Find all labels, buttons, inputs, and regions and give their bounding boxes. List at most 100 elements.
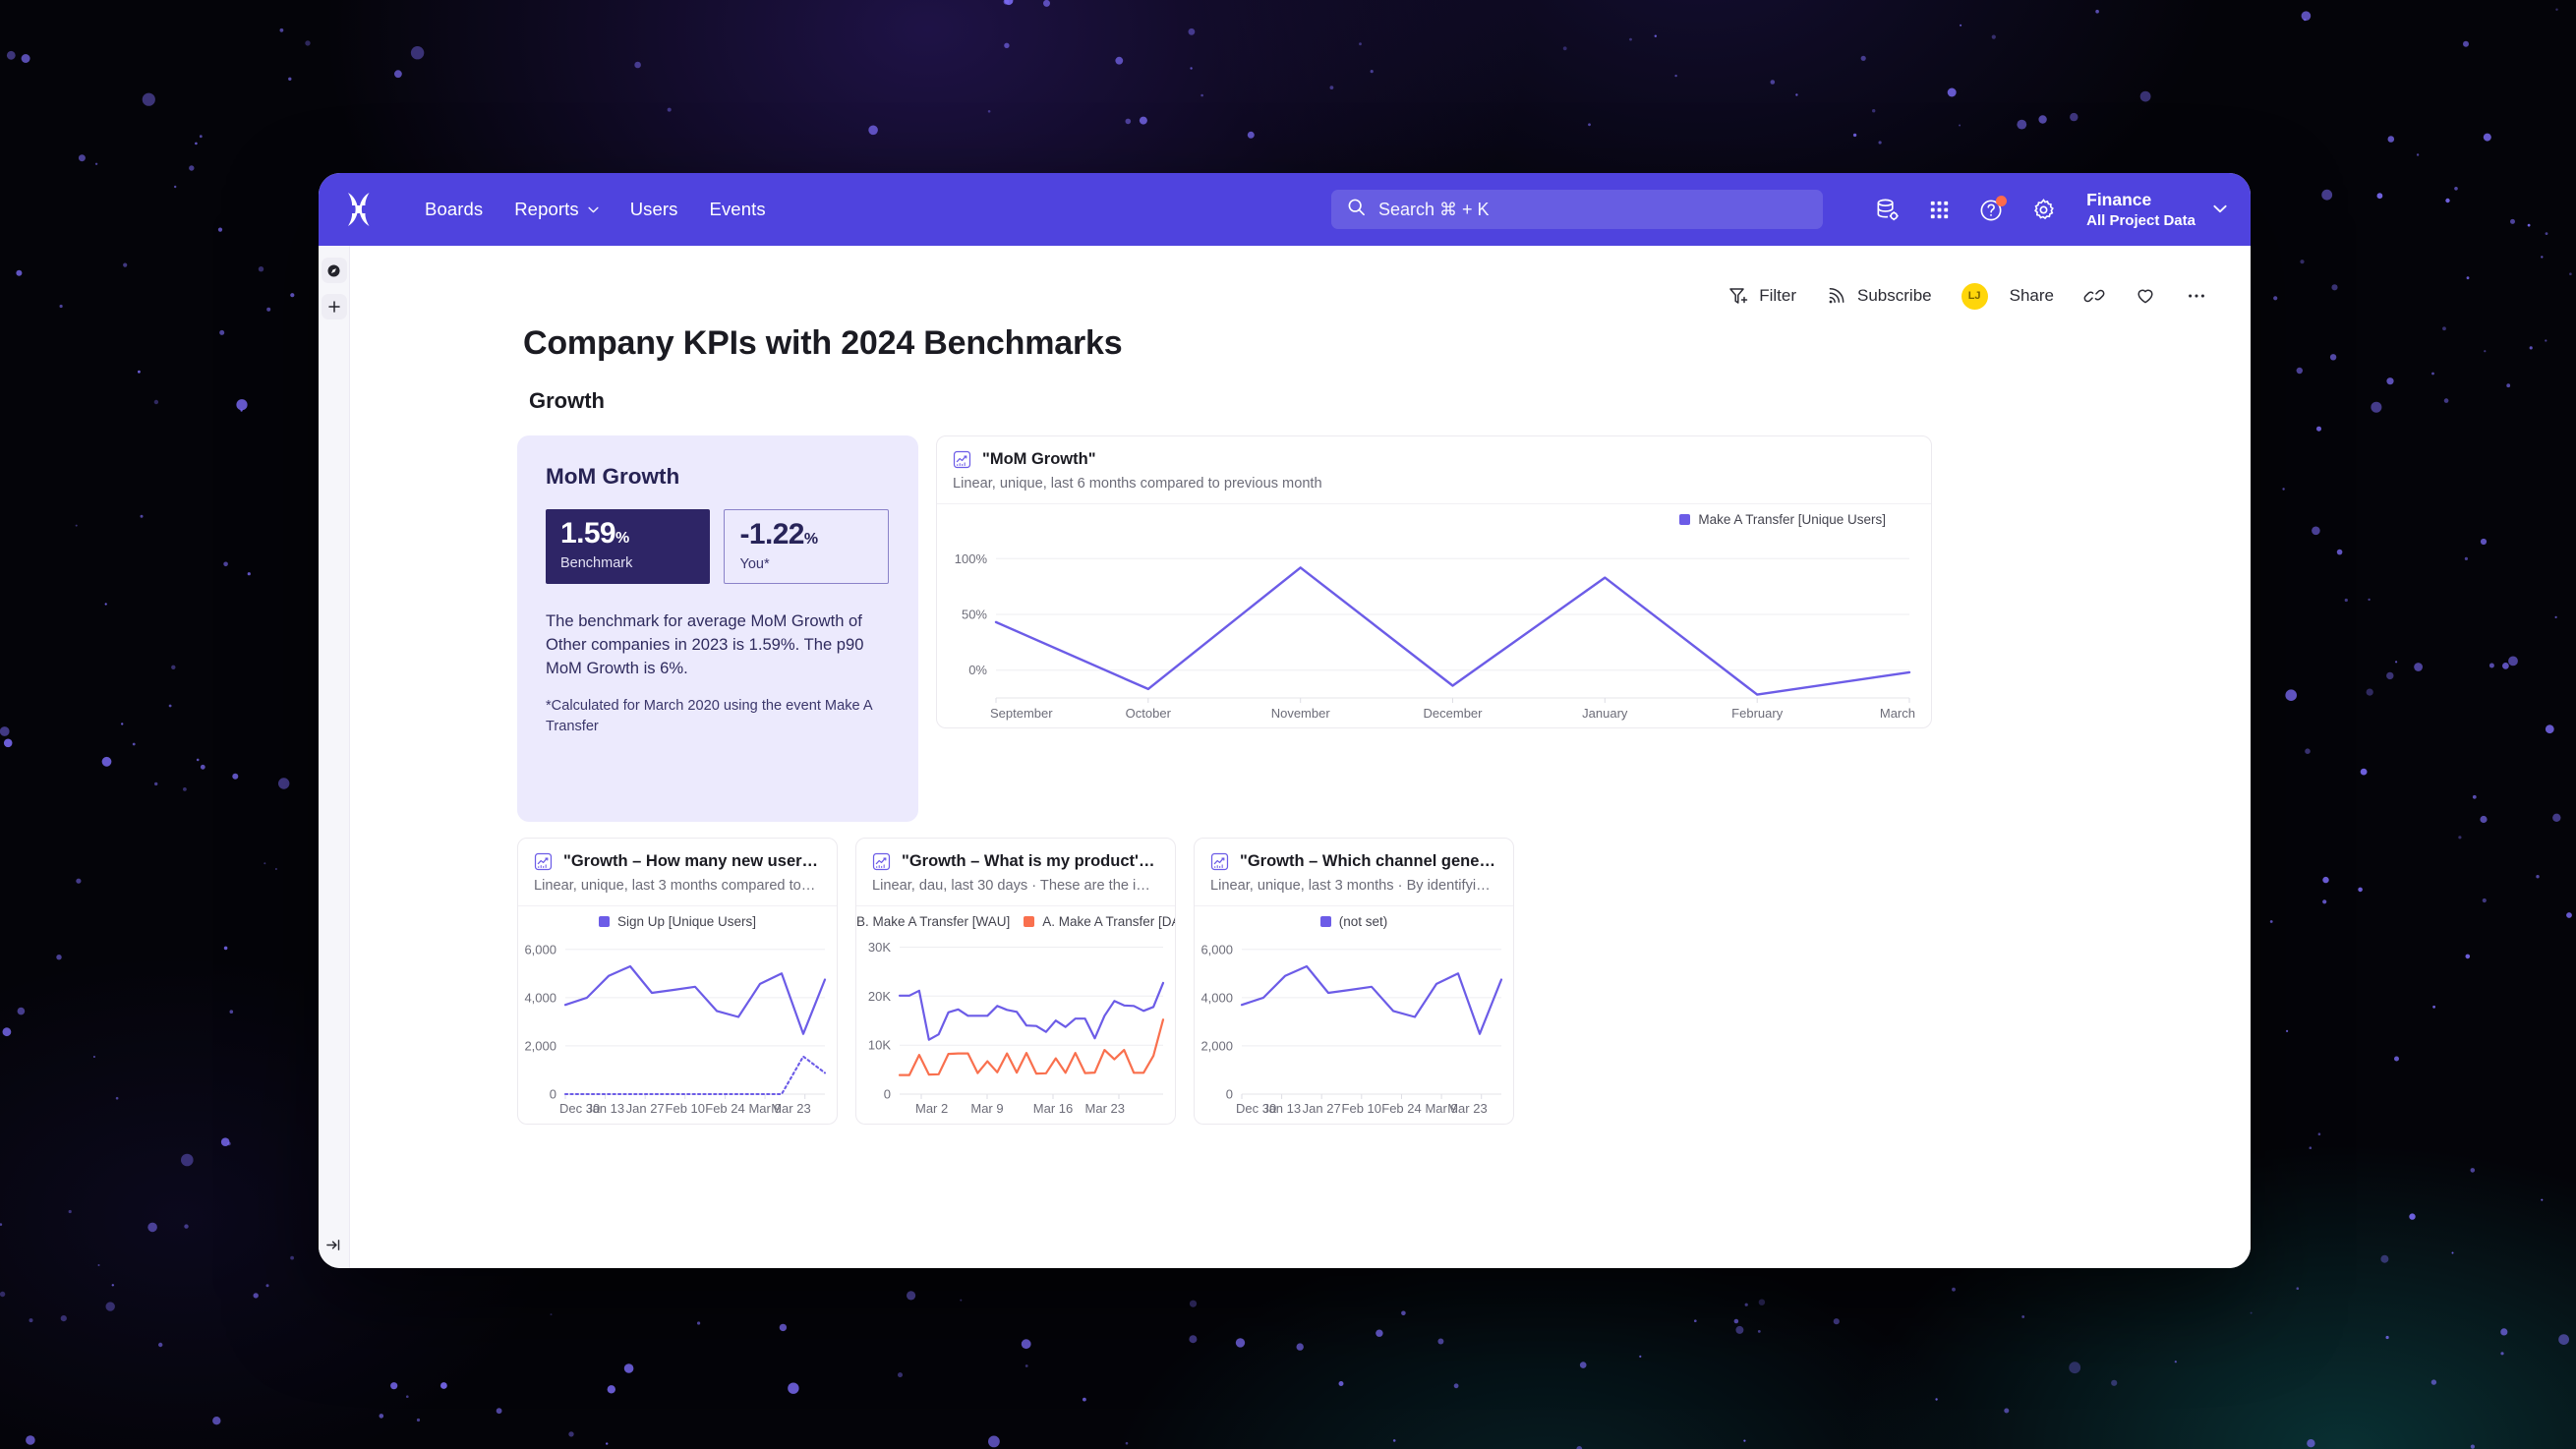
- amplitude-x-logo-icon[interactable]: [340, 190, 380, 229]
- svg-text:Jan 27: Jan 27: [626, 1101, 665, 1116]
- svg-text:Jan 13: Jan 13: [586, 1101, 624, 1116]
- link-chain-icon[interactable]: [2083, 285, 2105, 307]
- chevron-down-icon: [588, 206, 599, 213]
- nav-right-actions: Finance All Project Data: [1874, 173, 2227, 246]
- svg-text:Mar 9: Mar 9: [970, 1101, 1003, 1116]
- filter-label: Filter: [1759, 286, 1796, 306]
- benchmark-caption: Benchmark: [560, 555, 710, 571]
- share-button[interactable]: Share: [2010, 286, 2054, 306]
- you-value: -1.22: [739, 518, 803, 551]
- svg-text:Mar 23: Mar 23: [771, 1101, 810, 1116]
- nav-item-events[interactable]: Events: [694, 191, 782, 228]
- svg-text:100%: 100%: [955, 551, 988, 566]
- chart-card-dau[interactable]: "Growth – What is my product's DAU (Dail…: [855, 838, 1176, 1125]
- explore-compass-icon[interactable]: [322, 258, 347, 283]
- notification-badge: [1996, 196, 2007, 206]
- svg-text:4,000: 4,000: [1200, 990, 1233, 1005]
- card-header: "Growth – What is my product's DAU (Dail…: [856, 839, 1175, 906]
- chart-legend: Make A Transfer [Unique Users]: [937, 512, 1931, 527]
- data-sources-icon[interactable]: [1874, 197, 1901, 223]
- nav-links: Boards Reports Users Events: [409, 191, 782, 228]
- benchmark-stats: 1.59% Benchmark -1.22% You*: [546, 509, 889, 584]
- svg-text:Mar 2: Mar 2: [915, 1101, 948, 1116]
- you-caption: You*: [739, 556, 888, 572]
- card-body: Sign Up [Unique Users] 02,0004,0006,000D…: [518, 906, 837, 1124]
- more-horizontal-icon[interactable]: [2186, 285, 2207, 307]
- legend-swatch: [599, 916, 610, 927]
- gear-icon[interactable]: [2030, 197, 2057, 223]
- legend-item[interactable]: Sign Up [Unique Users]: [599, 914, 756, 929]
- chart-plot-channels: 02,0004,0006,000Dec 30Jan 13Jan 27Feb 10…: [1195, 906, 1513, 1124]
- line-chart-icon: [872, 852, 891, 871]
- section-title: Growth: [350, 363, 2251, 414]
- avatar[interactable]: LJ: [1961, 283, 1988, 310]
- chart-plot-mom-growth: 0%50%100%SeptemberOctoberNovemberDecembe…: [937, 504, 1931, 727]
- legend-item[interactable]: A. Make A Transfer [DAU]: [1024, 914, 1176, 929]
- chart-card-mom-growth[interactable]: "MoM Growth" Linear, unique, last 6 mont…: [936, 435, 1932, 728]
- legend-label: Sign Up [Unique Users]: [617, 914, 756, 929]
- project-selector[interactable]: Finance All Project Data: [2086, 189, 2227, 230]
- legend-label: A. Make A Transfer [DAU]: [1042, 914, 1176, 929]
- left-rail: [319, 246, 350, 1268]
- nav-item-boards[interactable]: Boards: [409, 191, 498, 228]
- add-plus-icon[interactable]: [322, 294, 347, 319]
- top-navigation-bar: Boards Reports Users Events Search ⌘ + K: [319, 173, 2251, 246]
- card-header: "Growth – How many new users are signing…: [518, 839, 837, 906]
- search-icon: [1347, 198, 1366, 221]
- card-title: "MoM Growth": [982, 450, 1096, 469]
- svg-text:Jan 27: Jan 27: [1303, 1101, 1341, 1116]
- legend-swatch: [1024, 916, 1034, 927]
- chart-card-new-users[interactable]: "Growth – How many new users are signing…: [517, 838, 838, 1125]
- line-chart-icon: [953, 450, 971, 469]
- benchmark-unit: %: [615, 530, 629, 547]
- svg-text:20K: 20K: [868, 989, 891, 1004]
- svg-text:February: February: [1731, 706, 1784, 721]
- svg-text:Feb 10: Feb 10: [1342, 1101, 1381, 1116]
- share-group: LJ Share: [1961, 283, 2054, 310]
- legend-swatch: [1320, 916, 1331, 927]
- svg-text:September: September: [990, 706, 1053, 721]
- benchmark-card-title: MoM Growth: [546, 464, 889, 490]
- card-header: "MoM Growth" Linear, unique, last 6 mont…: [937, 436, 1931, 504]
- svg-text:30K: 30K: [868, 940, 891, 955]
- board-content: Filter Subscribe LJ Share: [350, 246, 2251, 1268]
- benchmark-card: MoM Growth 1.59% Benchmark -1.22% You* T…: [517, 435, 918, 822]
- heart-icon[interactable]: [2135, 285, 2156, 307]
- nav-item-events-label: Events: [710, 199, 766, 220]
- legend-item[interactable]: Make A Transfer [Unique Users]: [1679, 512, 1886, 527]
- project-name: Finance: [2086, 189, 2195, 210]
- apps-grid-icon[interactable]: [1926, 197, 1953, 223]
- svg-text:Mar 16: Mar 16: [1033, 1101, 1073, 1116]
- svg-text:0: 0: [550, 1087, 556, 1102]
- legend-item[interactable]: (not set): [1320, 914, 1388, 929]
- search-input[interactable]: Search ⌘ + K: [1331, 190, 1823, 229]
- svg-text:0: 0: [1226, 1087, 1233, 1102]
- filter-button[interactable]: Filter: [1727, 285, 1796, 307]
- card-body: (not set) 02,0004,0006,000Dec 30Jan 13Ja…: [1195, 906, 1513, 1124]
- chevron-down-icon: [2213, 204, 2227, 213]
- card-title: "Growth – How many new users are signing…: [563, 852, 819, 871]
- chart-plot-dau: 010K20K30KMar 2Mar 9Mar 16Mar 23: [856, 906, 1175, 1124]
- card-subtitle: Linear, unique, last 6 months compared t…: [953, 476, 1913, 492]
- svg-text:November: November: [1271, 706, 1331, 721]
- help-circle-icon[interactable]: [1978, 197, 2005, 223]
- chart-legend: Sign Up [Unique Users]: [518, 914, 837, 929]
- svg-text:0%: 0%: [968, 663, 987, 677]
- chart-card-channels[interactable]: "Growth – Which channel generates the mo…: [1194, 838, 1514, 1125]
- legend-label: (not set): [1339, 914, 1388, 929]
- board-toolbar: Filter Subscribe LJ Share: [350, 246, 2251, 319]
- card-subtitle: Linear, unique, last 3 months · By ident…: [1210, 878, 1495, 894]
- nav-item-users[interactable]: Users: [615, 191, 694, 228]
- svg-text:6,000: 6,000: [524, 942, 556, 956]
- svg-text:Jan 13: Jan 13: [1262, 1101, 1301, 1116]
- subscribe-button[interactable]: Subscribe: [1826, 285, 1932, 307]
- card-title: "Growth – What is my product's DAU (Dail…: [902, 852, 1157, 871]
- nav-item-users-label: Users: [630, 199, 678, 220]
- svg-text:50%: 50%: [962, 608, 987, 622]
- expand-sidebar-icon[interactable]: [322, 1233, 346, 1256]
- benchmark-stat: 1.59% Benchmark: [546, 509, 710, 584]
- svg-text:0: 0: [884, 1087, 891, 1102]
- nav-item-reports[interactable]: Reports: [498, 191, 614, 228]
- svg-text:10K: 10K: [868, 1038, 891, 1053]
- legend-item[interactable]: B. Make A Transfer [WAU]: [855, 914, 1010, 929]
